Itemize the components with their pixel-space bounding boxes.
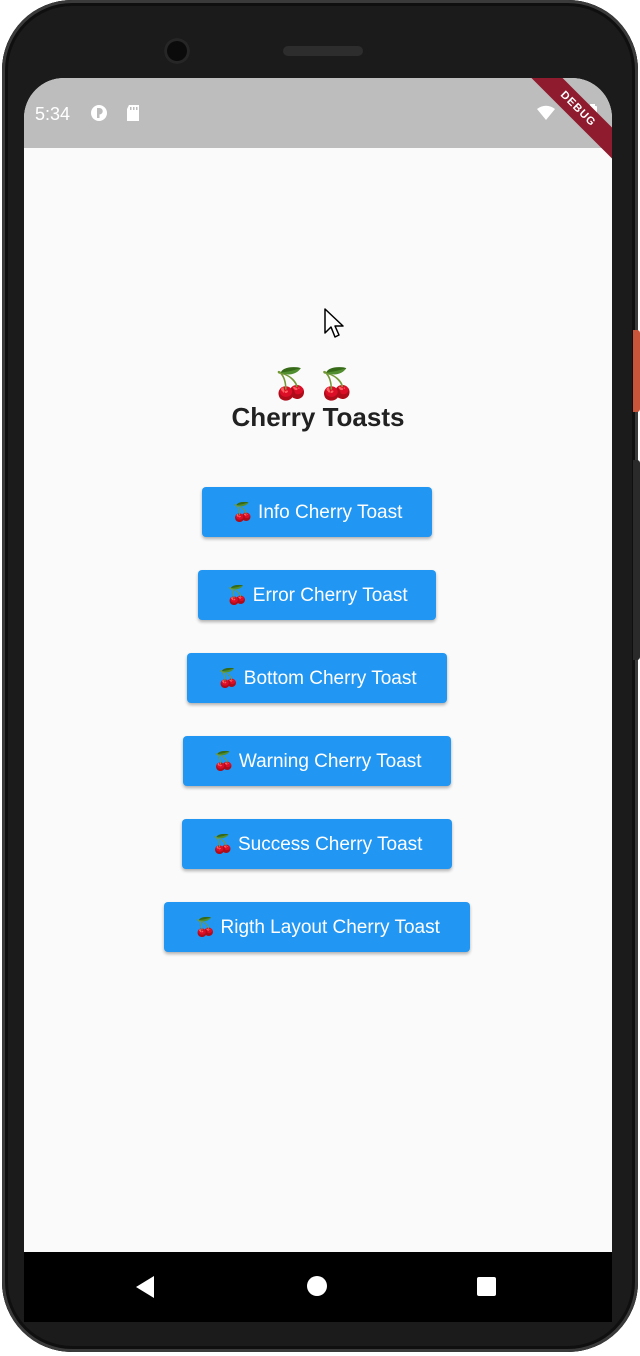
phone-frame: 5:34 DEBUG 🍒🍒 Cherry Toasts 🍒 Info Cherr… — [0, 0, 640, 1356]
bottom-cherry-toast-button[interactable]: 🍒 Bottom Cherry Toast — [187, 653, 447, 703]
page-title: Cherry Toasts — [231, 402, 405, 432]
notification-icon — [91, 105, 107, 121]
success-cherry-toast-button[interactable]: 🍒 Success Cherry Toast — [182, 819, 452, 869]
back-icon[interactable] — [136, 1276, 154, 1298]
earpiece-speaker — [283, 46, 363, 56]
main-content: 🍒🍒 Cherry Toasts 🍒 Info Cherry Toast 🍒 Err… — [24, 148, 612, 1252]
header-cherries-icon: 🍒🍒 — [272, 368, 364, 401]
volume-button — [633, 460, 640, 660]
cherry-icon: 🍒 — [231, 502, 255, 522]
button-label: Error Cherry Toast — [252, 585, 408, 606]
navigation-bar — [24, 1252, 612, 1322]
button-label: Rigth Layout Cherry Toast — [220, 917, 440, 938]
home-icon[interactable] — [307, 1276, 327, 1296]
info-cherry-toast-button[interactable]: 🍒 Info Cherry Toast — [202, 487, 432, 537]
cherry-icon: 🍒 — [217, 668, 240, 688]
mouse-cursor-icon — [324, 308, 344, 338]
button-label: Warning Cherry Toast — [238, 751, 422, 772]
button-label: Bottom Cherry Toast — [243, 668, 417, 689]
cherry-icon: 🍒 — [226, 585, 249, 605]
wifi-icon — [537, 105, 555, 120]
error-cherry-toast-button[interactable]: 🍒 Error Cherry Toast — [198, 570, 436, 620]
warning-cherry-toast-button[interactable]: 🍒 Warning Cherry Toast — [183, 736, 451, 786]
power-button — [633, 330, 640, 412]
status-time: 5:34 — [35, 104, 71, 124]
right-layout-cherry-toast-button[interactable]: 🍒 Rigth Layout Cherry Toast — [164, 902, 470, 952]
button-label: Info Cherry Toast — [258, 502, 403, 523]
recents-icon[interactable] — [477, 1277, 496, 1296]
cherry-icon: 🍒 — [211, 834, 234, 854]
sd-card-icon — [127, 105, 139, 121]
cherry-icon: 🍒 — [212, 751, 235, 771]
front-camera — [164, 38, 190, 64]
status-bar: 5:34 DEBUG — [24, 78, 612, 174]
cherry-icon: 🍒 — [194, 917, 217, 937]
app-screen: 5:34 DEBUG 🍒🍒 Cherry Toasts 🍒 Info Cherr… — [24, 78, 612, 1252]
button-label: Success Cherry Toast — [237, 834, 423, 855]
